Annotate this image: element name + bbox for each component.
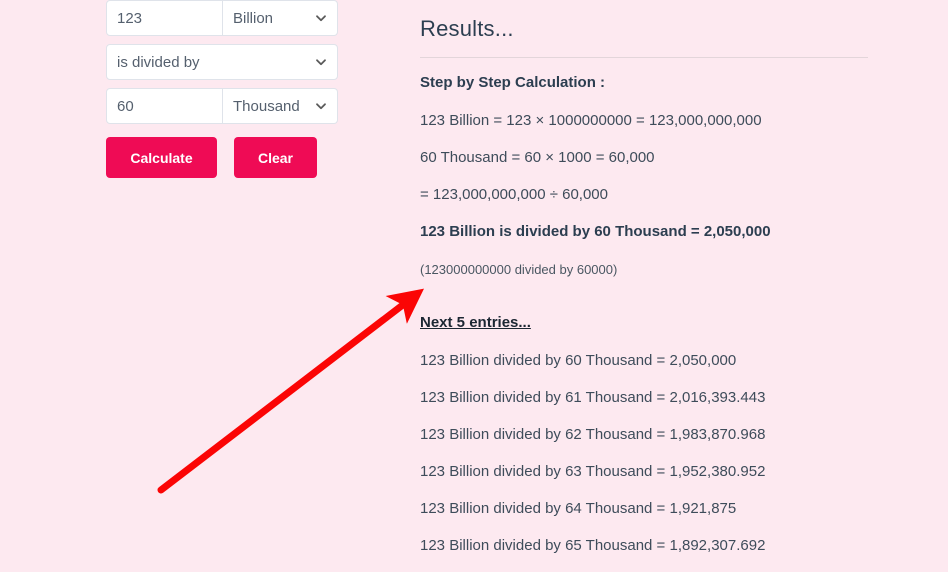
chevron-down-icon	[315, 100, 327, 112]
operation-row: is divided by	[106, 44, 338, 80]
second-value-row: Thousand	[106, 88, 338, 124]
form-buttons: Calculate Clear	[106, 137, 338, 178]
second-unit-select[interactable]: Thousand	[223, 88, 338, 124]
page-root: Billion is divided by	[0, 0, 948, 560]
entry-line: 123 Billion divided by 61 Thousand = 2,0…	[420, 389, 766, 406]
step-line: 60 Thousand = 60 × 1000 = 60,000	[420, 149, 655, 166]
answer-note: (123000000000 divided by 60000)	[420, 262, 618, 277]
chevron-down-icon	[315, 12, 327, 24]
second-unit-label: Thousand	[233, 97, 300, 115]
step-line: 123 Billion = 123 × 1000000000 = 123,000…	[420, 112, 762, 129]
entry-line: 123 Billion divided by 65 Thousand = 1,8…	[420, 537, 766, 554]
entry-line: 123 Billion divided by 60 Thousand = 2,0…	[420, 352, 737, 369]
calculate-button[interactable]: Calculate	[106, 137, 217, 178]
chevron-down-icon	[315, 56, 327, 68]
final-answer: 123 Billion is divided by 60 Thousand = …	[420, 223, 771, 240]
second-number-input[interactable]	[106, 88, 223, 124]
first-unit-select[interactable]: Billion	[223, 0, 338, 36]
entry-line: 123 Billion divided by 64 Thousand = 1,9…	[420, 500, 737, 517]
operation-select[interactable]: is divided by	[106, 44, 338, 80]
results-panel: Results... Step by Step Calculation : 12…	[420, 14, 870, 572]
results-title: Results...	[420, 16, 514, 41]
first-number-input[interactable]	[106, 0, 223, 36]
results-divider	[420, 57, 868, 58]
step-line: = 123,000,000,000 ÷ 60,000	[420, 186, 608, 203]
entry-line: 123 Billion divided by 63 Thousand = 1,9…	[420, 463, 766, 480]
step-by-step-heading: Step by Step Calculation :	[420, 74, 606, 91]
first-unit-label: Billion	[233, 9, 274, 27]
entry-line: 123 Billion divided by 62 Thousand = 1,9…	[420, 426, 766, 443]
clear-button[interactable]: Clear	[234, 137, 317, 178]
first-value-row: Billion	[106, 0, 338, 36]
calculator-form: Billion is divided by	[106, 0, 338, 178]
next-entries-link[interactable]: Next 5 entries...	[420, 312, 531, 334]
operation-label: is divided by	[117, 53, 200, 71]
